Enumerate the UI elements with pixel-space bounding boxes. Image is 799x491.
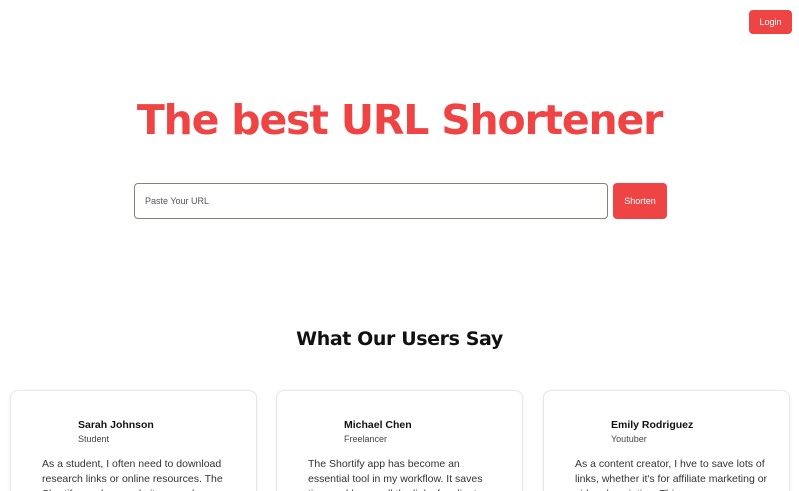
testimonials-title: What Our Users Say: [296, 328, 503, 350]
avatar: [572, 417, 598, 443]
testimonial-name: Emily Rodriguez: [611, 419, 694, 431]
testimonial-role: Student: [78, 434, 110, 444]
hero-title: The best URL Shortener: [136, 96, 663, 144]
testimonial-role: Youtuber: [611, 434, 647, 444]
avatar: [39, 417, 65, 443]
url-input[interactable]: [134, 183, 608, 219]
testimonial-card: Michael Chen Freelancer The Shortify app…: [276, 390, 523, 491]
avatar: [305, 417, 331, 443]
landing-page: Login The best URL Shortener Shorten Wha…: [0, 0, 799, 491]
testimonial-role: Freelancer: [344, 434, 388, 444]
testimonial-card: Emily Rodriguez Youtuber As a content cr…: [543, 390, 790, 491]
testimonial-text: As a student, I often need to download r…: [42, 458, 223, 491]
testimonial-name: Michael Chen: [344, 419, 412, 431]
testimonial-text: As a content creator, I hve to save lots…: [575, 458, 768, 491]
login-button[interactable]: Login: [749, 10, 792, 34]
testimonial-name: Sarah Johnson: [78, 419, 154, 431]
shorten-button[interactable]: Shorten: [613, 183, 667, 219]
testimonial-card: Sarah Johnson Student As a student, I of…: [10, 390, 257, 491]
testimonial-text: The Shortify app has become an essential…: [308, 458, 491, 491]
